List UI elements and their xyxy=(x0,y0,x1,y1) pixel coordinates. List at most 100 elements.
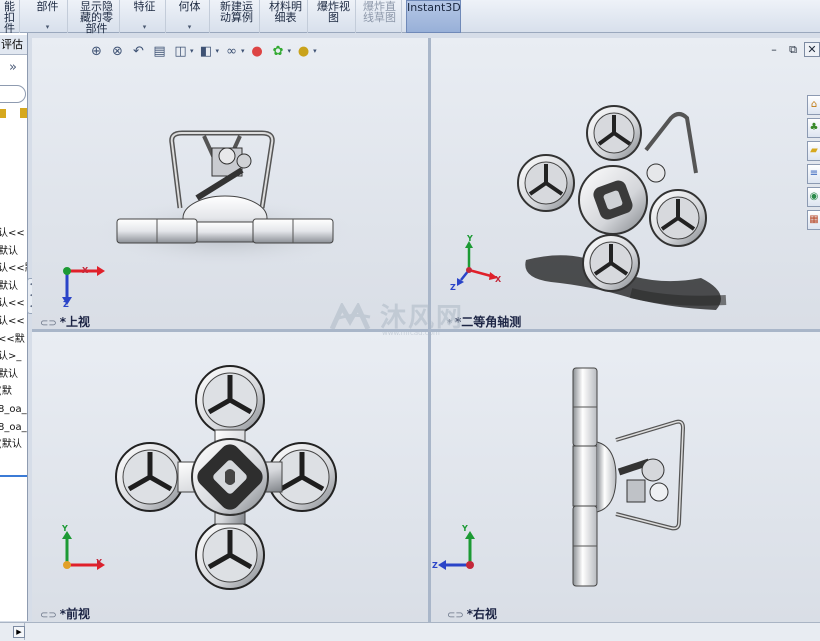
ribbon-label: 何体 xyxy=(178,0,201,13)
hide-show-items-icon[interactable]: ∞ xyxy=(223,43,240,60)
heads-up-view-toolbar: ⊕ ⊗ ↶ ▤ ◫ ▾ ◧ ▾ ∞ ▾ ● ✿ ▾ ● ▾ xyxy=(88,41,317,61)
zoom-to-fit-icon[interactable]: ⊕ xyxy=(88,43,105,60)
tree-item[interactable]: 默认 xyxy=(0,278,27,296)
viewport-label-front: ⊂⊃ *前视 xyxy=(40,605,90,622)
view-palette-icon[interactable]: ≡ xyxy=(807,164,820,184)
appearances-icon[interactable]: ◉ xyxy=(807,187,820,207)
ribbon-button-geometry[interactable]: 何体 ▾ xyxy=(170,0,210,33)
triad-axes-right xyxy=(438,531,475,570)
close-icon[interactable]: ✕ xyxy=(804,42,820,57)
link-icon: ⊂⊃ xyxy=(447,610,464,621)
drone-frame xyxy=(115,365,337,590)
axis-y-label: Y xyxy=(467,234,473,243)
ribbon-button-bom[interactable]: 材料明 细表 xyxy=(264,0,308,33)
axis-x-label: X xyxy=(82,266,89,275)
watermark: 沐风网 www.mfcad.com xyxy=(330,297,490,341)
triad-axes-front xyxy=(62,531,105,570)
axis-x-label: X xyxy=(96,558,103,567)
tree-filter-icons xyxy=(0,106,27,123)
axis-y-label: Y xyxy=(462,524,468,533)
scroll-right-icon[interactable]: ▶ xyxy=(13,626,25,638)
ribbon-label: 能扣 xyxy=(4,0,15,24)
tree-item[interactable]: 认>_ xyxy=(0,348,27,366)
previous-view-icon[interactable]: ↶ xyxy=(130,43,147,60)
design-library-icon[interactable]: ♣ xyxy=(807,118,820,138)
task-pane-tabs: ⌂ ♣ ▰ ≡ ◉ ▦ xyxy=(807,95,820,230)
tree-item[interactable]: 默认 xyxy=(0,366,27,384)
model-right-view xyxy=(572,367,686,587)
tree-item[interactable]: 默认 xyxy=(0,243,27,261)
tree-item[interactable]: 认<<默 xyxy=(0,260,27,278)
tree-item[interactable]: 8_oa_ xyxy=(0,401,27,419)
watermark-logo-icon xyxy=(330,303,371,331)
zoom-to-area-icon[interactable]: ⊗ xyxy=(109,43,126,60)
custom-properties-icon[interactable]: ▦ xyxy=(807,210,820,230)
restore-icon[interactable]: ⧉ xyxy=(785,42,801,57)
chevron-down-icon[interactable]: ▾ xyxy=(313,47,317,55)
view-orientation-icon[interactable]: ◫ xyxy=(172,43,189,60)
viewport-right[interactable]: Y Z ⊂⊃ *右视 xyxy=(431,332,820,622)
viewport-front[interactable]: Y X ⊂⊃ *前视 xyxy=(32,332,428,622)
tab-evaluate[interactable]: 评估 xyxy=(0,35,27,55)
ribbon-button-new-motion-study[interactable]: 新建运 动算例 xyxy=(214,0,260,33)
viewport-label-top: ⊂⊃ *上视 xyxy=(40,313,90,329)
axis-y-label: Y xyxy=(62,524,68,533)
chevron-down-icon: ▾ xyxy=(45,23,50,31)
ribbon-label: 细表 xyxy=(274,11,297,24)
ribbon-label: Instant3D xyxy=(407,1,461,14)
ribbon-button-feature[interactable]: 特征 ▾ xyxy=(124,0,166,33)
section-view-icon[interactable]: ▤ xyxy=(151,43,168,60)
feature-tree: 认<< 默认 认<<默 默认 认<< 认<< <<默 认>_ 默认 (默 8_o… xyxy=(0,225,27,454)
home-icon[interactable]: ⌂ xyxy=(807,95,820,115)
ribbon-label: 图 xyxy=(328,11,339,24)
viewport-top[interactable]: X Z ⊂⊃ *上视 xyxy=(32,38,428,329)
view-name: *上视 xyxy=(59,315,91,329)
link-icon: ⊂⊃ xyxy=(40,610,57,621)
folder-icon xyxy=(0,108,27,118)
chevron-down-icon[interactable]: ▾ xyxy=(288,47,292,55)
tree-filter-input[interactable] xyxy=(0,85,26,103)
edit-appearance-icon[interactable]: ● xyxy=(249,43,266,60)
ribbon-button-instant3d[interactable]: Instant3D xyxy=(406,0,461,33)
status-bar: ▶ xyxy=(0,622,820,641)
view-settings-icon[interactable]: ● xyxy=(295,43,312,60)
tree-item[interactable]: <<默 xyxy=(0,331,27,349)
viewport-window-controls: – ⧉ ✕ xyxy=(766,42,820,57)
solidworks-window: 能扣 件 部件 ▾ 显示隐 藏的零 部件 特征 ▾ 何体 ▾ 新建运 动算例 材… xyxy=(0,0,820,641)
view-name: *前视 xyxy=(59,607,91,621)
tree-item[interactable]: (默 xyxy=(0,383,27,401)
tree-item[interactable]: 认<< xyxy=(0,313,27,331)
ribbon-label: 部件 xyxy=(85,22,108,35)
viewport-label-right: ⊂⊃ *右视 xyxy=(447,605,497,622)
axis-z-label: Z xyxy=(450,283,456,292)
tree-item[interactable]: 认<< xyxy=(0,295,27,313)
apply-scene-icon[interactable]: ✿ xyxy=(270,43,287,60)
link-icon: ⊂⊃ xyxy=(40,318,57,329)
ribbon-label: 特征 xyxy=(133,0,156,13)
ribbon-label: 动算例 xyxy=(220,11,253,24)
tree-item[interactable]: (默认 xyxy=(0,436,27,454)
horizontal-scrollbar[interactable]: ▶ xyxy=(0,623,25,640)
chevron-down-icon[interactable]: ▾ xyxy=(241,47,245,55)
viewport-isometric[interactable]: Y X Z * *二等角轴测 xyxy=(431,38,820,329)
ribbon-button-explode-line-sketch[interactable]: 爆炸直 线草图 xyxy=(358,0,402,33)
ribbon-label: 线草图 xyxy=(363,11,396,24)
command-manager-ribbon: 能扣 件 部件 ▾ 显示隐 藏的零 部件 特征 ▾ 何体 ▾ 新建运 动算例 材… xyxy=(0,0,820,35)
tree-item[interactable]: 认<< xyxy=(0,225,27,243)
expand-panel-icon[interactable]: » xyxy=(9,60,17,75)
minimize-icon[interactable]: – xyxy=(766,42,782,57)
ribbon-button-assembly[interactable]: 部件 ▾ xyxy=(28,0,68,33)
chevron-down-icon: ▾ xyxy=(187,23,192,31)
tree-divider xyxy=(0,475,27,477)
feature-manager-panel: 评估 » 认<< 默认 认<<默 默认 认<< 认<< <<默 认>_ 默认 (… xyxy=(0,33,28,621)
watermark-url: www.mfcad.com xyxy=(382,329,440,337)
ribbon-button-show-hidden[interactable]: 显示隐 藏的零 部件 xyxy=(74,0,120,35)
display-style-icon[interactable]: ◧ xyxy=(198,43,215,60)
chevron-down-icon[interactable]: ▾ xyxy=(216,47,220,55)
model-front-view xyxy=(115,365,337,590)
ribbon-button-0[interactable]: 能扣 件 xyxy=(0,0,20,34)
file-explorer-icon[interactable]: ▰ xyxy=(807,141,820,161)
tree-item[interactable]: 8_oa_ xyxy=(0,419,27,437)
ribbon-button-exploded-view[interactable]: 爆炸视 图 xyxy=(312,0,356,33)
chevron-down-icon[interactable]: ▾ xyxy=(190,47,194,55)
